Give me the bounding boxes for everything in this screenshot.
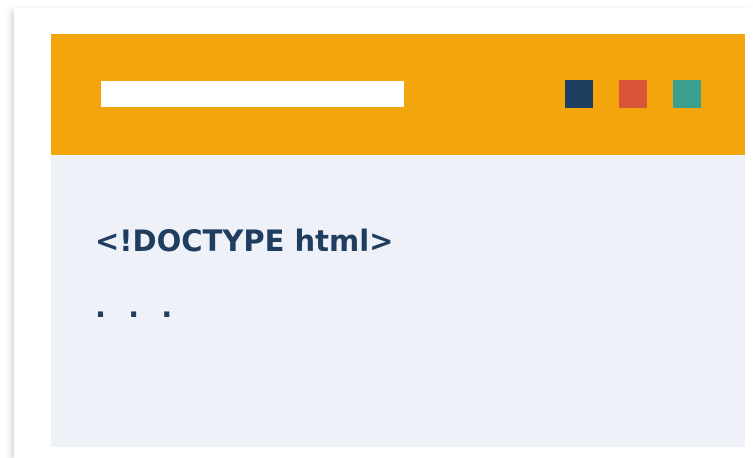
- window-button-3[interactable]: [673, 80, 701, 108]
- window-button-2[interactable]: [619, 80, 647, 108]
- window-button-1[interactable]: [565, 80, 593, 108]
- code-line-ellipsis: . . .: [95, 290, 179, 324]
- browser-window: <!DOCTYPE html> . . .: [51, 34, 745, 447]
- browser-frame: <!DOCTYPE html> . . .: [14, 8, 753, 458]
- page-content: <!DOCTYPE html> . . .: [51, 155, 745, 447]
- address-bar[interactable]: [101, 81, 404, 107]
- code-line-doctype: <!DOCTYPE html>: [95, 224, 394, 258]
- browser-titlebar: [51, 34, 745, 155]
